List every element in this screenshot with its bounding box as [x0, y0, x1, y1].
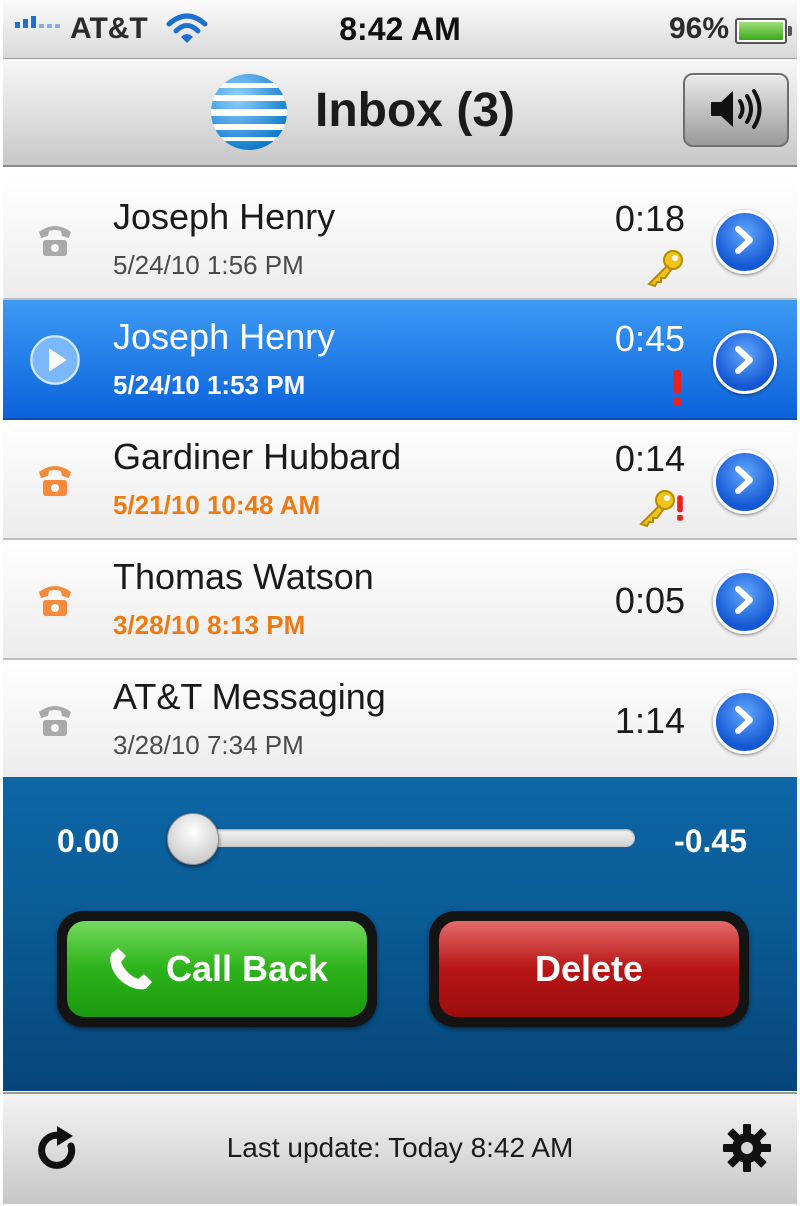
details-button[interactable] [713, 450, 777, 514]
battery-percent: 96% [668, 12, 729, 45]
call-back-button[interactable]: Call Back [57, 911, 377, 1027]
message-duration: 0:18 [614, 198, 685, 239]
voicemail-row[interactable]: Joseph Henry 5/24/10 1:53 PM 0:45 [3, 300, 797, 420]
caller-name: Thomas Watson [113, 556, 374, 597]
details-button[interactable] [713, 570, 777, 634]
chevron-right-icon [735, 466, 753, 494]
message-duration: 0:14 [614, 438, 685, 479]
voicemail-list: Joseph Henry 5/24/10 1:56 PM 0:18 Joseph… [3, 180, 797, 780]
chevron-right-icon [735, 226, 753, 254]
voicemail-row[interactable]: Joseph Henry 5/24/10 1:56 PM 0:18 [3, 180, 797, 300]
urgent-icon [673, 370, 681, 406]
phone-handset-icon [110, 948, 152, 990]
message-date: 5/24/10 1:53 PM [113, 370, 306, 400]
message-date: 3/28/10 8:13 PM [113, 610, 306, 640]
status-bar: AT&T 8:42 AM 96% [3, 0, 797, 59]
app-screen: AT&T 8:42 AM 96% Inbox (3) Joseph Henry … [3, 0, 797, 1206]
message-date: 5/21/10 10:48 AM [113, 490, 321, 520]
battery-icon [735, 18, 792, 44]
message-date: 5/24/10 1:56 PM [113, 250, 304, 280]
caller-name: Joseph Henry [113, 196, 336, 237]
key-icon [647, 250, 683, 288]
phone-unheard-icon [39, 466, 71, 496]
voicemail-row[interactable]: Gardiner Hubbard 5/21/10 10:48 AM 0:14 [3, 420, 797, 540]
message-duration: 0:45 [614, 318, 685, 359]
chevron-right-icon [735, 586, 753, 614]
call-back-label: Call Back [165, 948, 329, 989]
elapsed-time: 0.00 [57, 823, 120, 859]
scrubber-track[interactable] [175, 829, 635, 847]
scrubber-thumb[interactable] [167, 813, 219, 865]
message-duration: 1:14 [614, 700, 685, 741]
speaker-button[interactable] [683, 73, 789, 147]
play-icon[interactable] [29, 334, 81, 386]
phone-unheard-icon [39, 586, 71, 616]
voicemail-row[interactable]: AT&T Messaging 3/28/10 7:34 PM 1:14 [3, 660, 797, 780]
nav-bar: Inbox (3) [3, 59, 797, 167]
att-globe-logo [211, 74, 287, 150]
details-button[interactable] [713, 330, 777, 394]
delete-label: Delete [534, 948, 644, 989]
bottom-toolbar: Last update: Today 8:42 AM [3, 1092, 797, 1204]
last-update-text: Last update: Today 8:42 AM [226, 1132, 574, 1163]
urgent-icon [677, 495, 683, 521]
message-date: 3/28/10 7:34 PM [113, 730, 304, 760]
phone-read-icon [39, 226, 71, 256]
playback-panel: 0.00 -0.45 Call Back Delete [3, 777, 797, 1091]
key-icon [638, 490, 675, 528]
remaining-time: -0.45 [674, 823, 747, 859]
voicemail-row[interactable]: Thomas Watson 3/28/10 8:13 PM 0:05 [3, 540, 797, 660]
details-button[interactable] [713, 690, 777, 754]
message-duration: 0:05 [614, 580, 685, 621]
caller-name: AT&T Messaging [113, 676, 386, 717]
delete-button[interactable]: Delete [429, 911, 749, 1027]
phone-read-icon [39, 706, 71, 736]
caller-name: Gardiner Hubbard [113, 436, 402, 477]
chevron-right-icon [735, 346, 753, 374]
speaker-icon [711, 89, 762, 129]
settings-gear-icon[interactable] [721, 1122, 773, 1174]
chevron-right-icon [735, 706, 753, 734]
details-button[interactable] [713, 210, 777, 274]
caller-name: Joseph Henry [113, 316, 336, 357]
page-title: Inbox (3) [315, 84, 515, 137]
